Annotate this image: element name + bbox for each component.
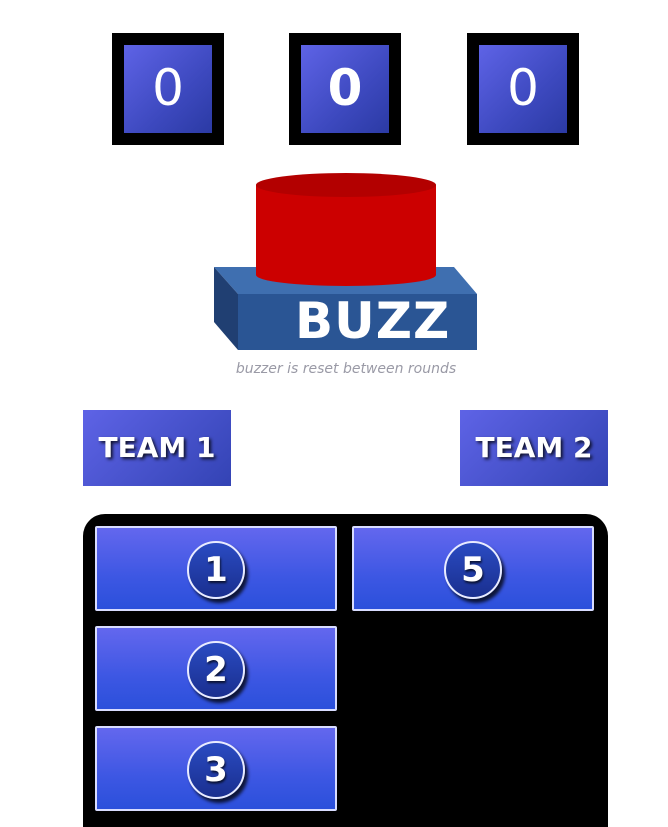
game-page: 0 0 0 BUZZ buzzer is reset between round… — [0, 0, 668, 827]
answer-tile-3[interactable]: 3 — [95, 726, 337, 811]
answer-number: 1 — [187, 541, 245, 599]
answer-tile-5[interactable]: 5 — [352, 526, 594, 611]
answer-number: 3 — [187, 741, 245, 799]
buzzer-cap-top — [256, 173, 436, 197]
answer-number: 5 — [444, 541, 502, 599]
buzz-button[interactable]: BUZZ — [213, 170, 479, 352]
buzzer-cap-body — [256, 185, 436, 286]
round-score-box: 0 — [289, 33, 401, 145]
team2-button[interactable]: TEAM 2 — [460, 410, 608, 486]
round-score: 0 — [301, 45, 389, 133]
answer-board: 1 5 2 3 — [83, 514, 608, 827]
team1-button[interactable]: TEAM 1 — [83, 410, 231, 486]
answer-tile-1[interactable]: 1 — [95, 526, 337, 611]
answer-number: 2 — [187, 641, 245, 699]
buzz-label: BUZZ — [295, 292, 451, 350]
team1-score: 0 — [124, 45, 212, 133]
team1-score-box: 0 — [112, 33, 224, 145]
buzzer-reset-hint: buzzer is reset between rounds — [235, 361, 457, 377]
answer-tile-2[interactable]: 2 — [95, 626, 337, 711]
team2-score-box: 0 — [467, 33, 579, 145]
team2-score: 0 — [479, 45, 567, 133]
